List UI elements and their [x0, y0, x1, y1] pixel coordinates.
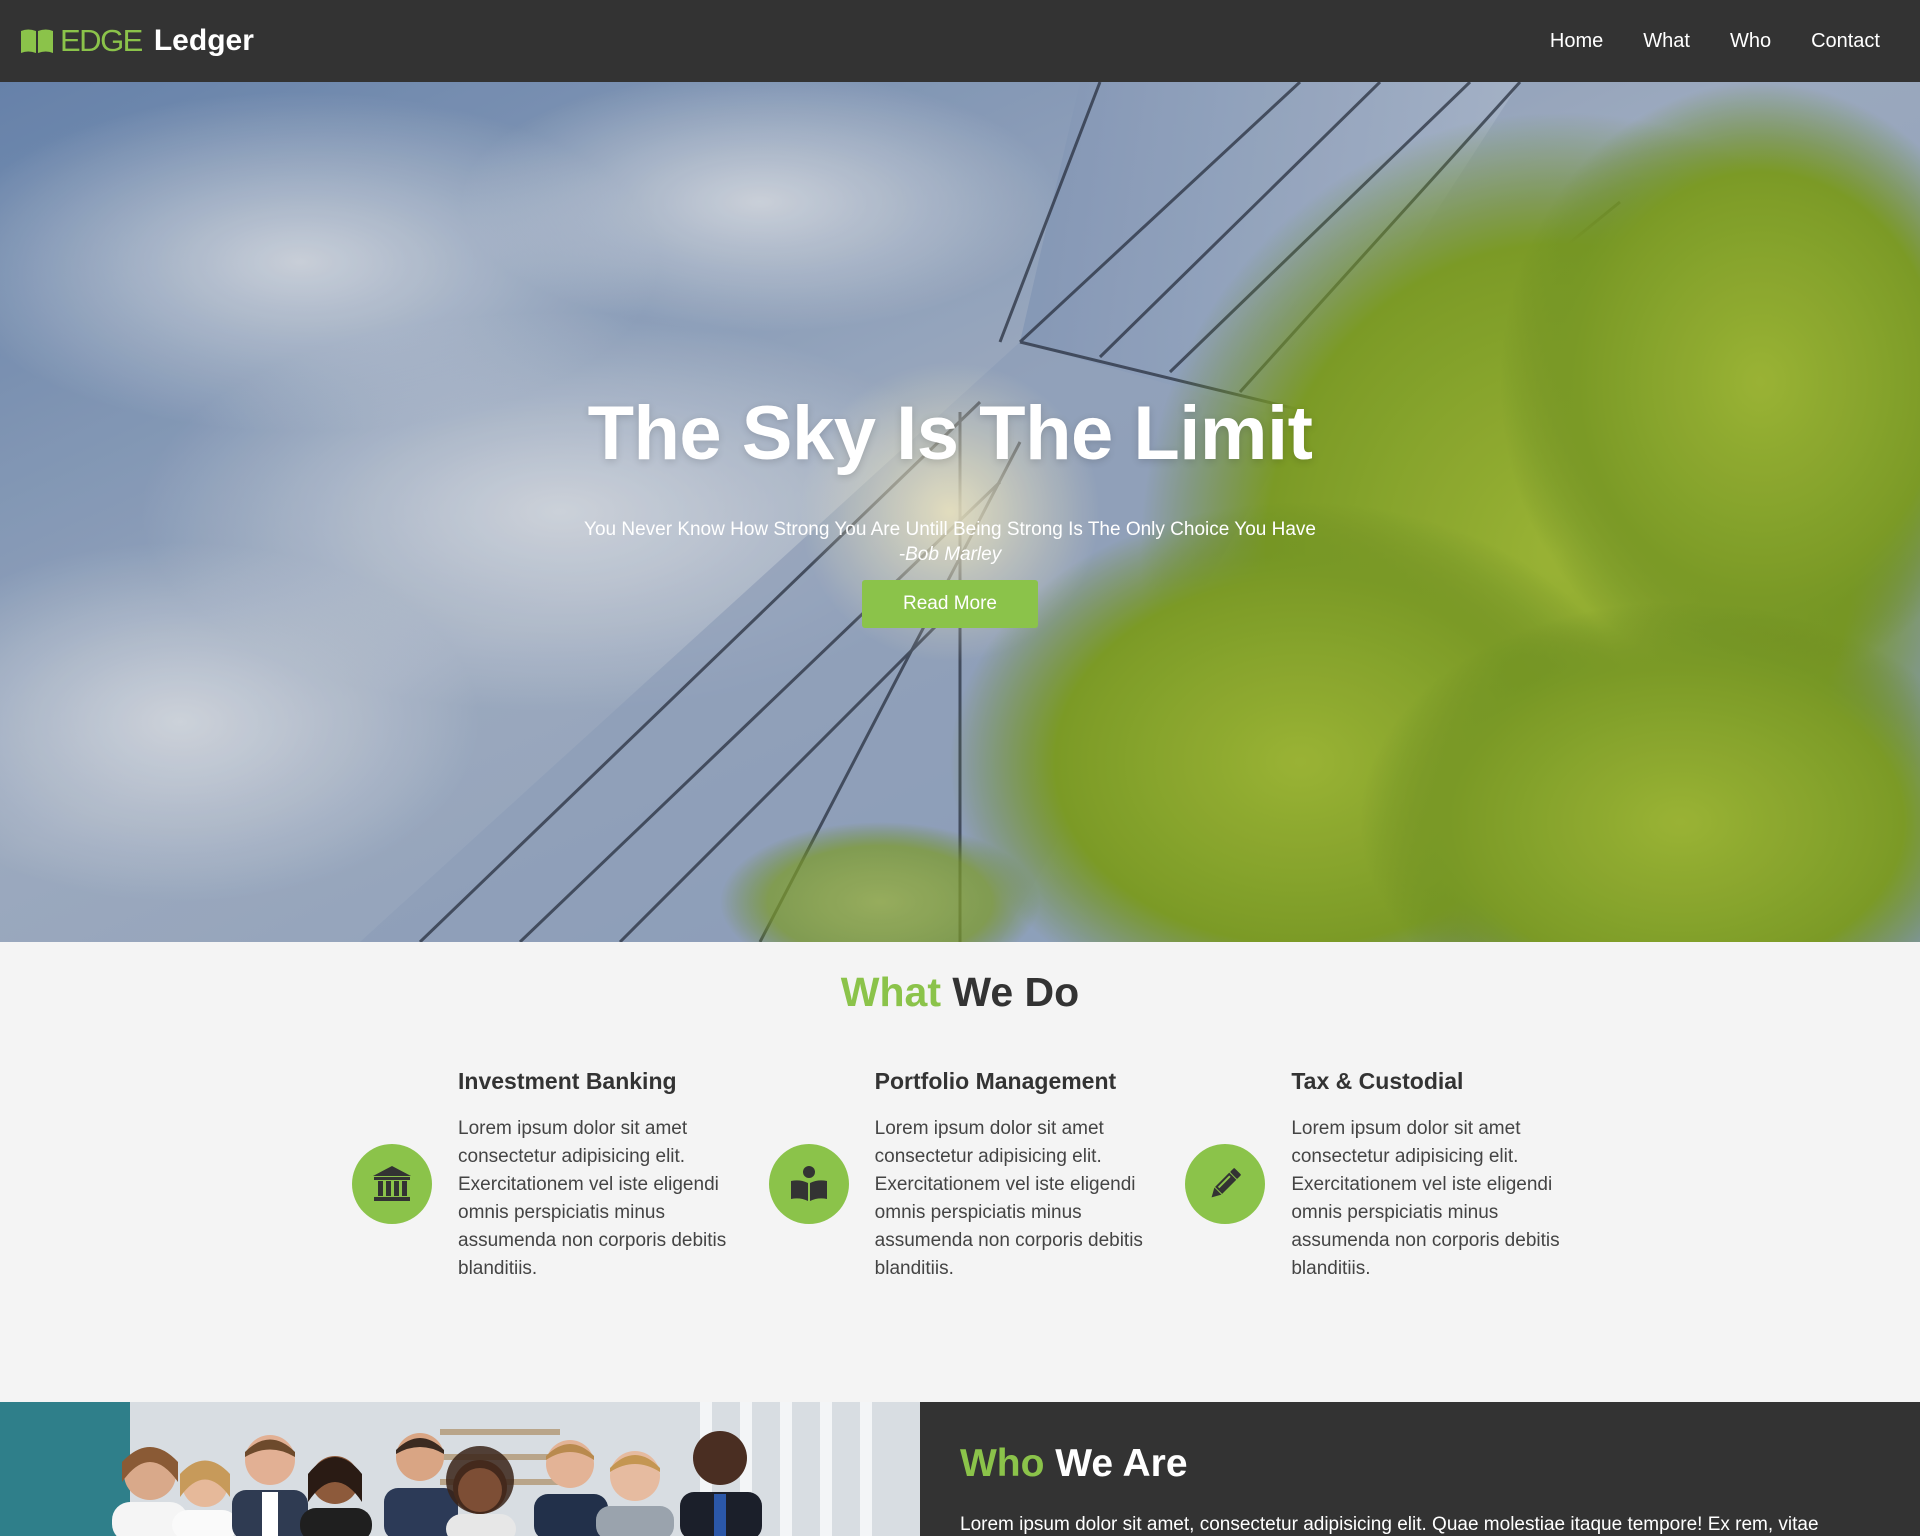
book-icon	[21, 29, 53, 53]
service-text: Tax & Custodial Lorem ipsum dolor sit am…	[1291, 1068, 1561, 1283]
service-title: Tax & Custodial	[1291, 1068, 1464, 1094]
who-we-are-section: Who We Are Lorem ipsum dolor sit amet, c…	[0, 1402, 1920, 1536]
services-list: Investment Banking Lorem ipsum dolor sit…	[352, 1068, 1602, 1300]
bank-icon	[352, 1144, 432, 1224]
service-title: Portfolio Management	[874, 1068, 1117, 1094]
hero-title: The Sky Is The Limit	[587, 391, 1313, 476]
nav-link-home[interactable]: Home	[1530, 30, 1623, 53]
service-description: Lorem ipsum dolor sit amet consectetur a…	[458, 1118, 727, 1279]
hero-quote: You Never Know How Strong You Are Untill…	[584, 519, 1316, 540]
nav-link-what[interactable]: What	[1623, 30, 1710, 53]
service-item: Investment Banking Lorem ipsum dolor sit…	[352, 1068, 769, 1300]
hero-content: The Sky Is The Limit You Never Know How …	[0, 82, 1900, 942]
pencil-icon	[1185, 1144, 1266, 1224]
hero-section: The Sky Is The Limit You Never Know How …	[0, 82, 1920, 942]
brand-edge-text: EDGE	[60, 23, 143, 58]
service-text: Portfolio Management Lorem ipsum dolor s…	[874, 1068, 1145, 1283]
nav-link-contact[interactable]: Contact	[1791, 30, 1900, 53]
service-text: Investment Banking Lorem ipsum dolor sit…	[458, 1068, 728, 1283]
what-we-do-section: What We Do Investment Banking Lorem ipsu…	[0, 942, 1920, 1402]
service-description: Lorem ipsum dolor sit amet consectetur a…	[874, 1118, 1143, 1279]
reader-icon	[768, 1144, 849, 1224]
team-photo	[0, 1402, 920, 1536]
service-item: Portfolio Management Lorem ipsum dolor s…	[768, 1068, 1186, 1300]
nav-link-who[interactable]: Who	[1710, 30, 1791, 53]
service-item: Tax & Custodial Lorem ipsum dolor sit am…	[1185, 1068, 1602, 1300]
who-we-are-text: Who We Are Lorem ipsum dolor sit amet, c…	[960, 1442, 1890, 1536]
nav-links: Home What Who Contact	[1530, 30, 1900, 53]
who-we-are-title-accent: Who	[960, 1442, 1045, 1485]
what-we-do-title-accent: What	[840, 969, 941, 1015]
navbar: EDGE Ledger Home What Who Contact	[0, 0, 1920, 82]
what-we-do-title: What We Do	[0, 969, 1920, 1016]
who-we-are-title-rest: We Are	[1044, 1442, 1188, 1485]
brand-ledger-text: Ledger	[153, 24, 254, 57]
hero-quote-author: -Bob Marley	[898, 544, 1002, 565]
what-we-do-title-rest: We Do	[941, 969, 1080, 1015]
brand-logo[interactable]: EDGE Ledger	[20, 23, 254, 59]
read-more-button[interactable]: Read More	[862, 580, 1038, 628]
service-description: Lorem ipsum dolor sit amet consectetur a…	[1291, 1118, 1560, 1279]
who-we-are-title: Who We Are	[960, 1442, 1890, 1486]
service-title: Investment Banking	[458, 1068, 677, 1094]
who-we-are-body: Lorem ipsum dolor sit amet, consectetur …	[960, 1514, 1819, 1535]
